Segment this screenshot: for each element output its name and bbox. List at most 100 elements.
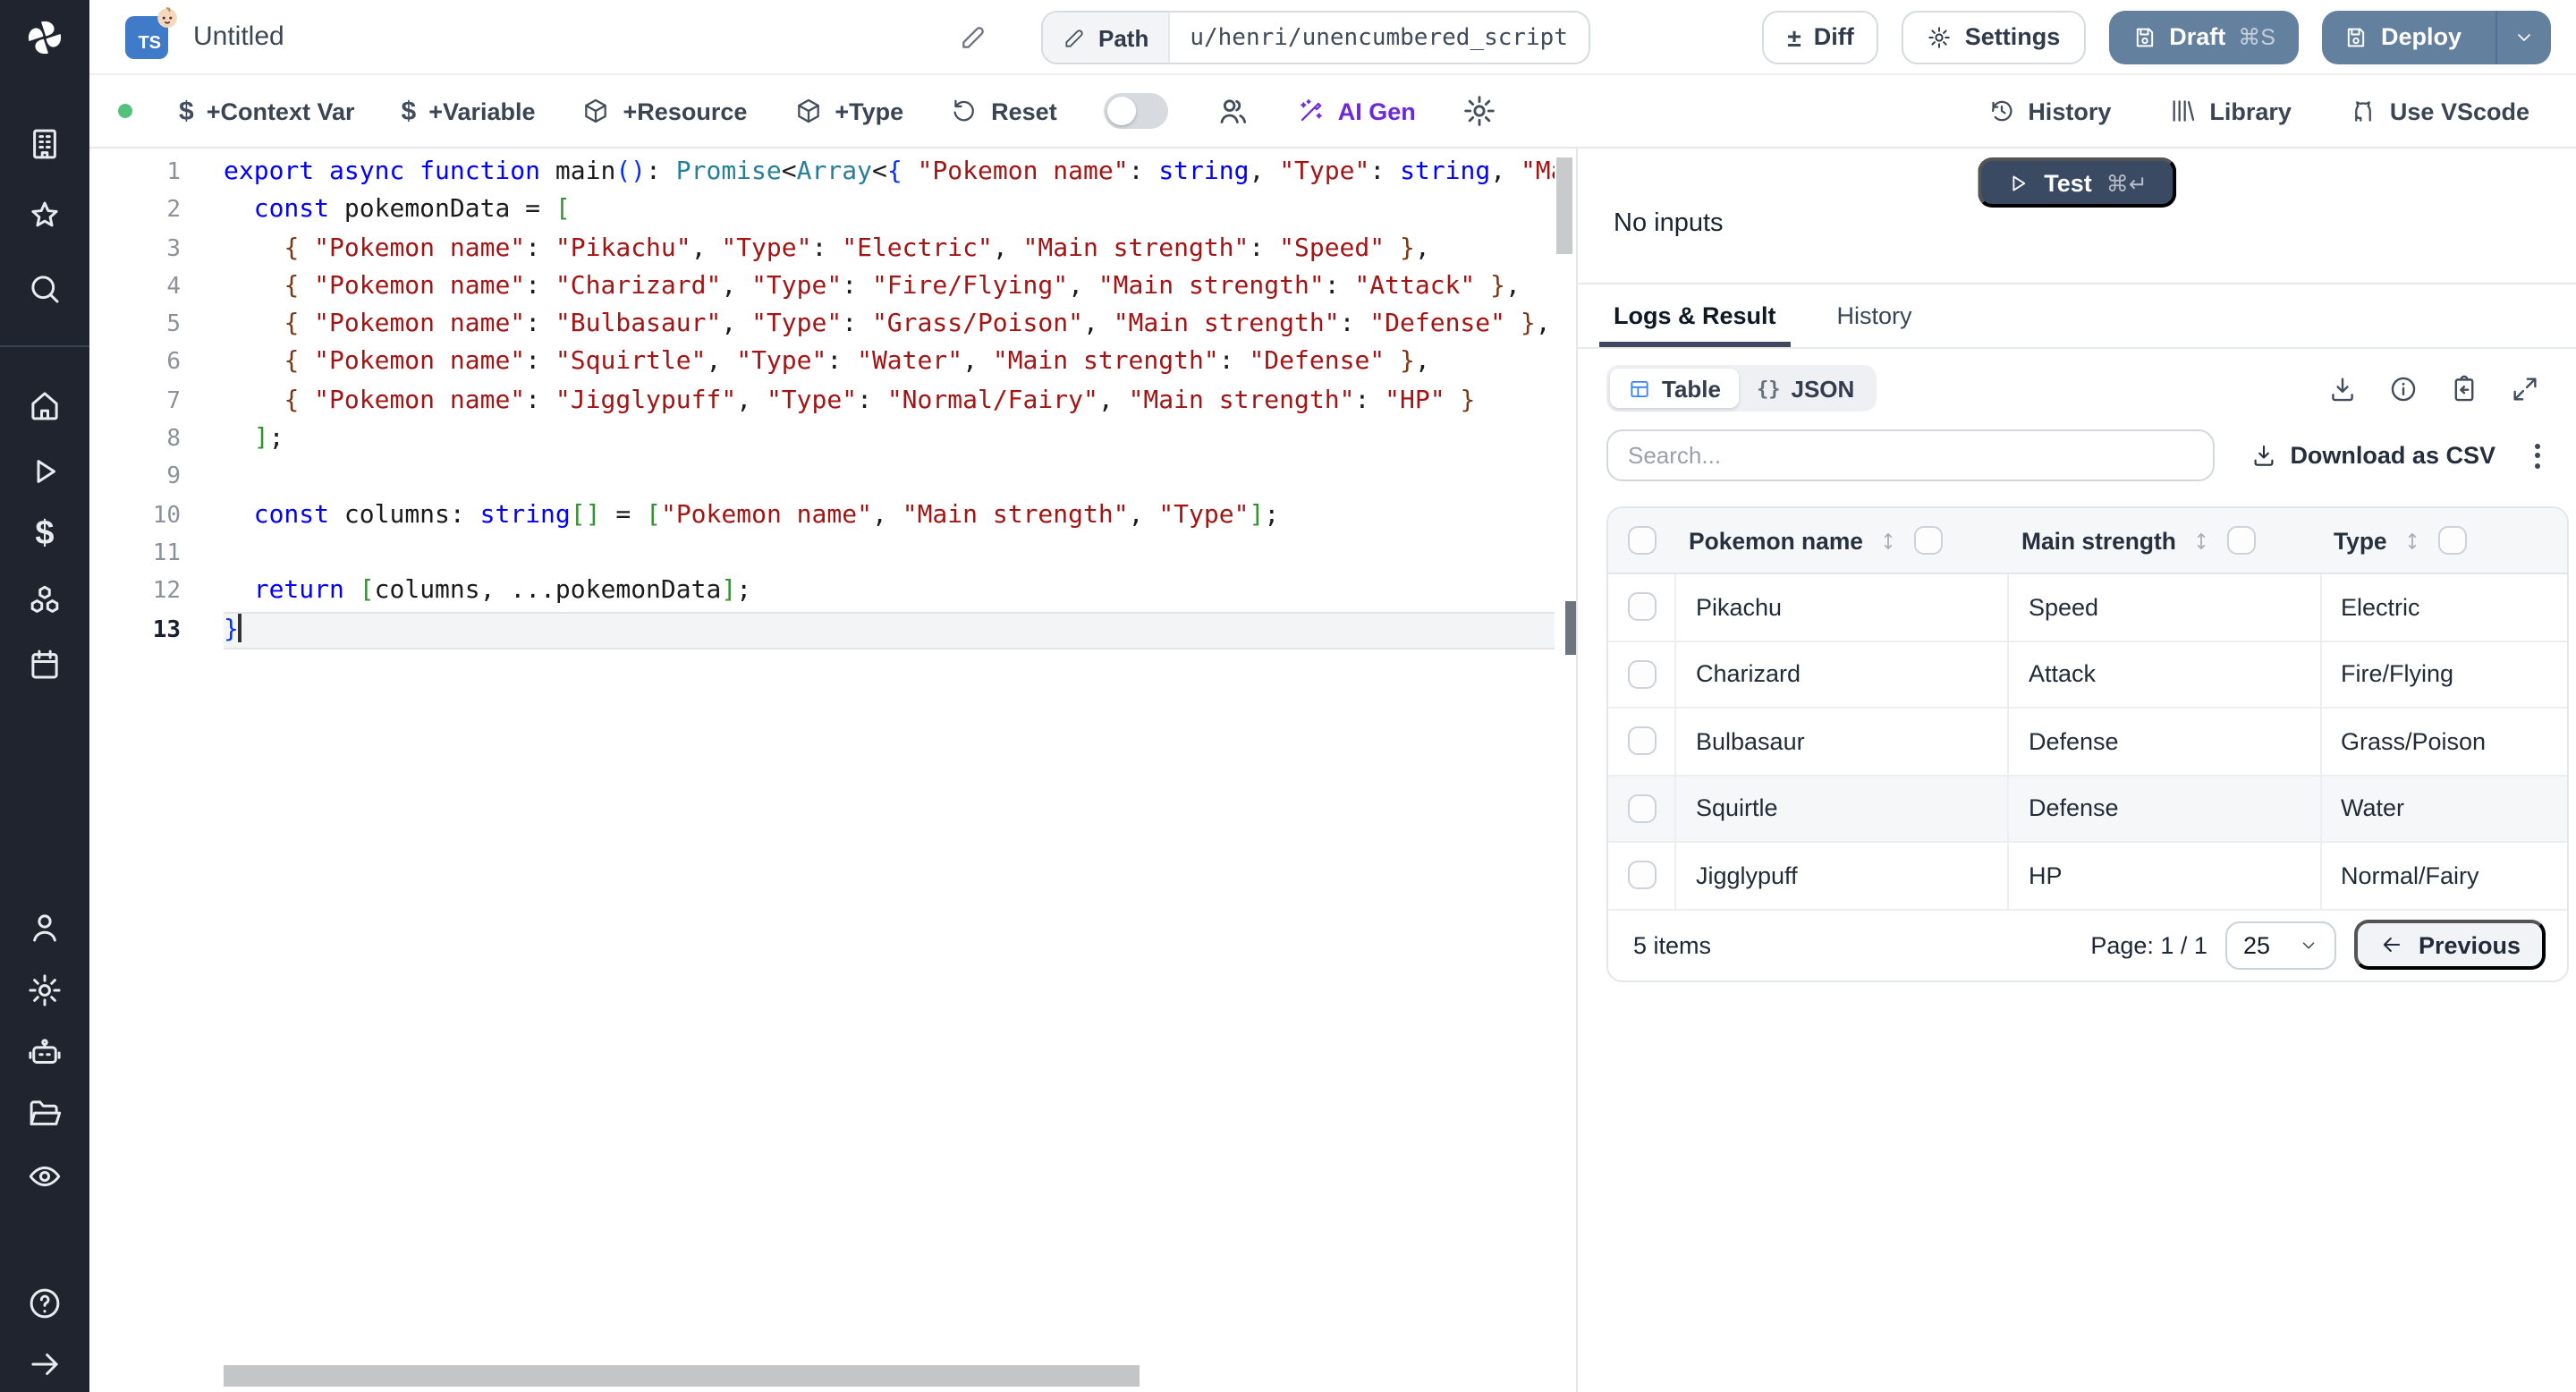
audit-eye-icon[interactable] [26, 1158, 64, 1195]
table-row[interactable]: Bulbasaur Defense Grass/Poison [1608, 709, 2567, 776]
column-options-button[interactable] [1914, 526, 1944, 555]
add-type-button[interactable]: +Type [793, 97, 903, 125]
home-icon[interactable] [26, 386, 64, 424]
tab-logs-result[interactable]: Logs & Result [1599, 284, 1791, 347]
resources-cubes-icon[interactable] [26, 581, 64, 619]
draft-button[interactable]: Draft ⌘S [2108, 10, 2299, 64]
code-line[interactable]: const pokemonData = [ [224, 192, 1555, 231]
runs-play-icon[interactable] [26, 453, 64, 490]
column-header-main-strength[interactable]: Main strength [2009, 526, 2321, 555]
folders-icon[interactable] [26, 1095, 64, 1133]
row-checkbox[interactable] [1627, 726, 1656, 756]
vertical-scrollbar[interactable] [1556, 157, 1572, 254]
use-vscode-button[interactable]: Use VScode [2349, 97, 2529, 125]
help-icon[interactable] [26, 1285, 64, 1322]
code-editor[interactable]: 1 2 3 4 5 6 7 8 9 10 11 12 13 export async function … [89, 149, 1578, 1392]
code-line[interactable] [224, 459, 1555, 497]
variables-dollar-icon[interactable]: $ [26, 515, 64, 553]
table-cell: Normal/Fairy [2341, 862, 2479, 889]
code-line[interactable]: { "Pokemon name": "Jigglypuff", "Type": … [224, 383, 1555, 421]
code-line[interactable]: { "Pokemon name": "Pikachu", "Type": "El… [224, 230, 1555, 268]
row-checkbox[interactable] [1627, 659, 1656, 689]
table-row[interactable]: Pikachu Speed Electric [1608, 574, 2567, 641]
table-cell: Squirtle [1676, 776, 2009, 841]
search-icon[interactable] [26, 270, 64, 308]
path-value[interactable]: u/henri/unencumbered_script [1170, 13, 1588, 63]
view-json-button[interactable]: {} JSON [1739, 369, 1872, 408]
settings-gear-icon[interactable] [26, 972, 64, 1009]
sort-icon[interactable] [1877, 529, 1901, 552]
info-icon[interactable] [2388, 373, 2419, 403]
add-context-var-button[interactable]: $ +Context Var [179, 96, 355, 126]
ai-gen-button[interactable]: AI Gen [1297, 97, 1416, 125]
building-icon[interactable] [26, 125, 64, 163]
download-csv-button[interactable]: Download as CSV [2250, 442, 2496, 469]
search-input[interactable] [1606, 429, 2215, 481]
view-toggle: Table {} JSON [1606, 365, 1877, 412]
column-options-button[interactable] [2438, 526, 2468, 555]
code-line[interactable]: { "Pokemon name": "Squirtle", "Type": "W… [224, 344, 1555, 383]
star-icon[interactable] [26, 197, 64, 234]
multiplayer-users-icon[interactable] [1215, 93, 1250, 129]
user-person-icon[interactable] [26, 909, 64, 946]
settings-button[interactable]: Settings [1902, 10, 2086, 64]
edit-pencil-icon[interactable] [959, 23, 987, 52]
workers-robot-icon[interactable] [26, 1034, 64, 1072]
code-line[interactable]: export async function main(): Promise<Ar… [224, 154, 1555, 192]
row-checkbox[interactable] [1627, 861, 1656, 890]
code-line[interactable] [224, 535, 1555, 573]
save-icon [2347, 27, 2365, 47]
horizontal-scrollbar[interactable] [224, 1365, 1140, 1387]
code-area[interactable]: export async function main(): Promise<Ar… [224, 154, 1555, 649]
download-icon[interactable] [2327, 373, 2358, 403]
table-row[interactable]: Squirtle Defense Water [1608, 776, 2567, 843]
line-number: 3 [166, 235, 181, 263]
tab-history[interactable]: History [1823, 284, 1927, 347]
library-button[interactable]: Library [2168, 97, 2292, 125]
multiplayer-toggle[interactable] [1103, 93, 1168, 129]
history-button[interactable]: History [1987, 97, 2111, 125]
table-row[interactable]: Jigglypuff HP Normal/Fairy [1608, 843, 2567, 910]
reset-button[interactable]: Reset [950, 97, 1057, 125]
add-variable-button[interactable]: $ +Variable [402, 96, 536, 126]
clipboard-import-icon[interactable] [2449, 373, 2479, 403]
diff-label: Diff [1813, 23, 1854, 50]
more-options-kebab-icon[interactable] [2531, 439, 2544, 471]
diff-button[interactable]: ± Diff [1762, 10, 1879, 64]
expand-sidebar-arrow-icon[interactable] [26, 1345, 64, 1383]
add-resource-button[interactable]: +Resource [582, 97, 747, 125]
row-checkbox[interactable] [1627, 794, 1656, 823]
deploy-button[interactable]: Deploy [2321, 10, 2551, 64]
select-all-checkbox[interactable] [1628, 526, 1657, 555]
gear-icon [1928, 26, 1951, 47]
test-button[interactable]: Test ⌘↵ [1978, 157, 2176, 208]
editor-settings-gear-icon[interactable] [1462, 93, 1498, 129]
table-cell: Speed [2009, 574, 2321, 640]
sort-icon[interactable] [2402, 529, 2425, 552]
chevron-down-icon [2302, 941, 2315, 948]
code-line[interactable]: const columns: string[] = ["Pokemon name… [224, 497, 1555, 535]
path-field[interactable]: Path u/henri/unencumbered_script [1041, 11, 1589, 64]
column-header-pokemon-name[interactable]: Pokemon name [1676, 526, 2009, 555]
page-size-select[interactable]: 25 [2224, 921, 2336, 969]
path-edit-button[interactable]: Path [1043, 13, 1171, 63]
sort-icon[interactable] [2190, 529, 2214, 552]
windmill-logo-icon[interactable] [23, 16, 66, 59]
code-line[interactable]: } [224, 611, 1555, 649]
arrow-left-icon [2383, 938, 2401, 952]
code-line[interactable]: return [columns, ...pokemonData]; [224, 573, 1555, 612]
table-cell: Pikachu [1676, 574, 2009, 640]
table-row[interactable]: Charizard Attack Fire/Flying [1608, 641, 2567, 709]
schedules-calendar-icon[interactable] [26, 646, 64, 683]
deploy-dropdown-button[interactable] [2496, 10, 2551, 64]
code-line[interactable]: ]; [224, 420, 1555, 459]
column-options-button[interactable] [2227, 526, 2257, 555]
code-line[interactable]: { "Pokemon name": "Bulbasaur", "Type": "… [224, 306, 1555, 344]
code-line[interactable]: { "Pokemon name": "Charizard", "Type": "… [224, 268, 1555, 307]
previous-page-button[interactable]: Previous [2353, 920, 2546, 970]
column-header-type[interactable]: Type [2321, 526, 2567, 555]
expand-icon[interactable] [2510, 373, 2540, 403]
draft-shortcut: ⌘S [2238, 25, 2275, 50]
view-table-button[interactable]: Table [1610, 369, 1739, 408]
row-checkbox[interactable] [1627, 592, 1656, 622]
